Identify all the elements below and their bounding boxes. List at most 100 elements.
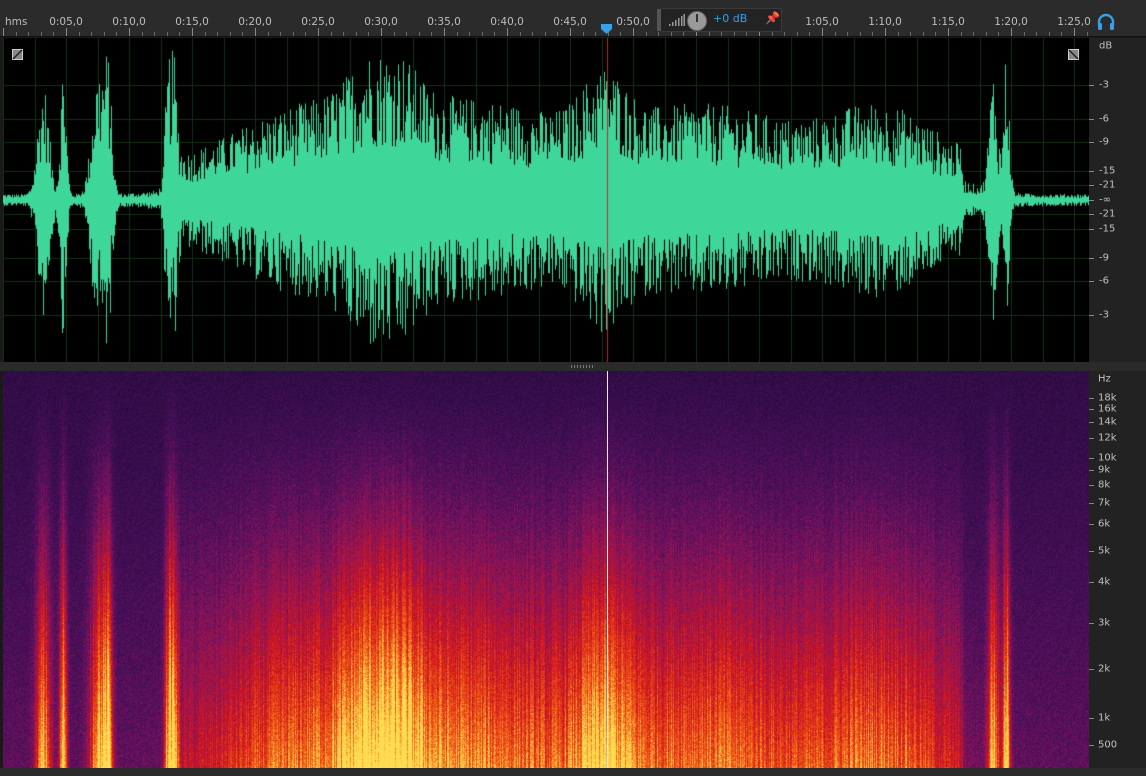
ruler-tick-mark: [1074, 28, 1075, 36]
waveform-display[interactable]: [3, 38, 1089, 362]
hud-drag-handle[interactable]: [657, 9, 661, 31]
ruler-tick-label: 0:20,0: [238, 16, 272, 28]
ruler-tick-mark: [923, 32, 924, 36]
ruler-tick-label: 0:05,0: [49, 16, 83, 28]
frequency-unit-label: Hz: [1098, 373, 1111, 385]
gain-knob[interactable]: [687, 11, 707, 31]
ruler-tick-mark: [1024, 32, 1025, 36]
fade-out-handle-icon[interactable]: [1068, 49, 1079, 60]
ruler-tick-mark: [368, 32, 369, 36]
amplitude-scale-label: -6: [1099, 275, 1109, 287]
frequency-scale-label: 9k: [1098, 464, 1111, 476]
playhead-marker-icon[interactable]: [601, 24, 612, 34]
amplitude-scale-tick: [1089, 214, 1094, 215]
ruler-tick-mark: [142, 32, 143, 36]
amplitude-scale: dB -3 -6 -9 -15 -21 -∞ -21 -15 -9 -6 -3: [1089, 38, 1146, 362]
ruler-tick-mark: [293, 32, 294, 36]
ruler-tick-mark: [570, 28, 571, 36]
ruler-tick-mark: [683, 32, 684, 36]
frequency-scale-tick: [1089, 503, 1094, 504]
ruler-tick-label: 1:15,0: [931, 16, 965, 28]
ruler-tick-mark: [179, 32, 180, 36]
frequency-scale-label: 16k: [1098, 403, 1117, 415]
frequency-scale-label: 12k: [1098, 432, 1117, 444]
frequency-scale-label: 18k: [1098, 392, 1117, 404]
fade-in-handle-icon[interactable]: [12, 49, 23, 60]
ruler-tick-mark: [520, 32, 521, 36]
amplitude-scale-tick: [1089, 185, 1094, 186]
ruler-tick-label: 0:50,0: [616, 16, 650, 28]
ruler-tick-label: 1:10,0: [868, 16, 902, 28]
ruler-tick-label: 0:25,0: [301, 16, 335, 28]
time-unit-label: hms: [5, 16, 28, 28]
amplitude-scale-label: -9: [1099, 252, 1109, 264]
ruler-tick-mark: [507, 28, 508, 36]
ruler-tick-mark: [431, 32, 432, 36]
amplitude-scale-label: -15: [1099, 223, 1116, 235]
gain-value: +0 dB: [713, 12, 748, 25]
frequency-scale-tick: [1089, 422, 1094, 423]
amplitude-scale-label: -3: [1099, 309, 1109, 321]
gain-hud[interactable]: +0 dB 📌: [657, 8, 782, 32]
ruler-tick-mark: [331, 32, 332, 36]
ruler-tick-mark: [885, 28, 886, 36]
ruler-tick-mark: [406, 32, 407, 36]
ruler-tick-mark: [822, 28, 823, 36]
level-bars-icon: [669, 14, 685, 26]
ruler-tick-label: 1:25,0: [1057, 16, 1091, 28]
ruler-tick-label: 1:20,0: [994, 16, 1028, 28]
ruler-tick-mark: [167, 32, 168, 36]
ruler-tick-mark: [255, 28, 256, 36]
ruler-tick-label: 0:10,0: [112, 16, 146, 28]
amplitude-scale-label: -∞: [1099, 194, 1111, 206]
amplitude-scale-label: -21: [1099, 208, 1116, 220]
ruler-tick-mark: [318, 28, 319, 36]
time-ruler[interactable]: hms 0:05,0 0:10,0 0:15,0 0:20,0 0:25,0 0:30,0…: [0, 0, 1146, 37]
pin-icon[interactable]: 📌: [765, 11, 780, 25]
frequency-scale-tick: [1089, 718, 1094, 719]
ruler-tick-mark: [116, 32, 117, 36]
frequency-scale-tick: [1089, 582, 1094, 583]
ruler-tick-mark: [482, 32, 483, 36]
ruler-tick-mark: [230, 32, 231, 36]
ruler-tick-mark: [154, 32, 155, 36]
spectral-frequency-display[interactable]: [3, 371, 1089, 768]
waveform-canvas[interactable]: [3, 38, 1089, 362]
ruler-tick-mark: [91, 32, 92, 36]
ruler-tick-mark: [935, 32, 936, 36]
ruler-tick-mark: [847, 32, 848, 36]
spectral-playhead: [607, 371, 608, 768]
amplitude-scale-label: -15: [1099, 165, 1116, 177]
frequency-scale-tick: [1089, 409, 1094, 410]
ruler-tick-mark: [66, 28, 67, 36]
amplitude-scale-tick: [1089, 171, 1094, 172]
ruler-tick-mark: [217, 32, 218, 36]
frequency-scale: Hz 18k 16k 14k 12k 10k 9k 8k 7k 6k 5k 4k 3k 2k 1k 500: [1089, 371, 1146, 768]
ruler-tick-mark: [343, 32, 344, 36]
spectrogram-canvas[interactable]: [3, 371, 1089, 768]
ruler-tick-label: 1:05,0: [805, 16, 839, 28]
headphones-icon[interactable]: [1096, 13, 1116, 31]
panel-divider[interactable]: [0, 362, 1146, 371]
ruler-tick-mark: [973, 32, 974, 36]
frequency-scale-tick: [1089, 458, 1094, 459]
ruler-tick-mark: [797, 32, 798, 36]
ruler-tick-mark: [898, 32, 899, 36]
divider-grip[interactable]: [571, 365, 593, 368]
frequency-scale-tick: [1089, 745, 1094, 746]
ruler-tick-mark: [268, 32, 269, 36]
ruler-tick-mark: [41, 32, 42, 36]
ruler-tick-mark: [961, 32, 962, 36]
amplitude-scale-tick: [1089, 281, 1094, 282]
ruler-tick-label: 0:40,0: [490, 16, 524, 28]
ruler-tick-mark: [860, 32, 861, 36]
frequency-scale-label: 8k: [1098, 479, 1111, 491]
amplitude-scale-tick: [1089, 142, 1094, 143]
ruler-tick-mark: [620, 32, 621, 36]
ruler-tick-mark: [457, 32, 458, 36]
amplitude-scale-label: -6: [1099, 113, 1109, 125]
ruler-tick-mark: [381, 28, 382, 36]
amplitude-scale-label: -3: [1099, 79, 1109, 91]
bottom-scrollbar[interactable]: [0, 768, 1146, 776]
ruler-tick-mark: [1049, 32, 1050, 36]
